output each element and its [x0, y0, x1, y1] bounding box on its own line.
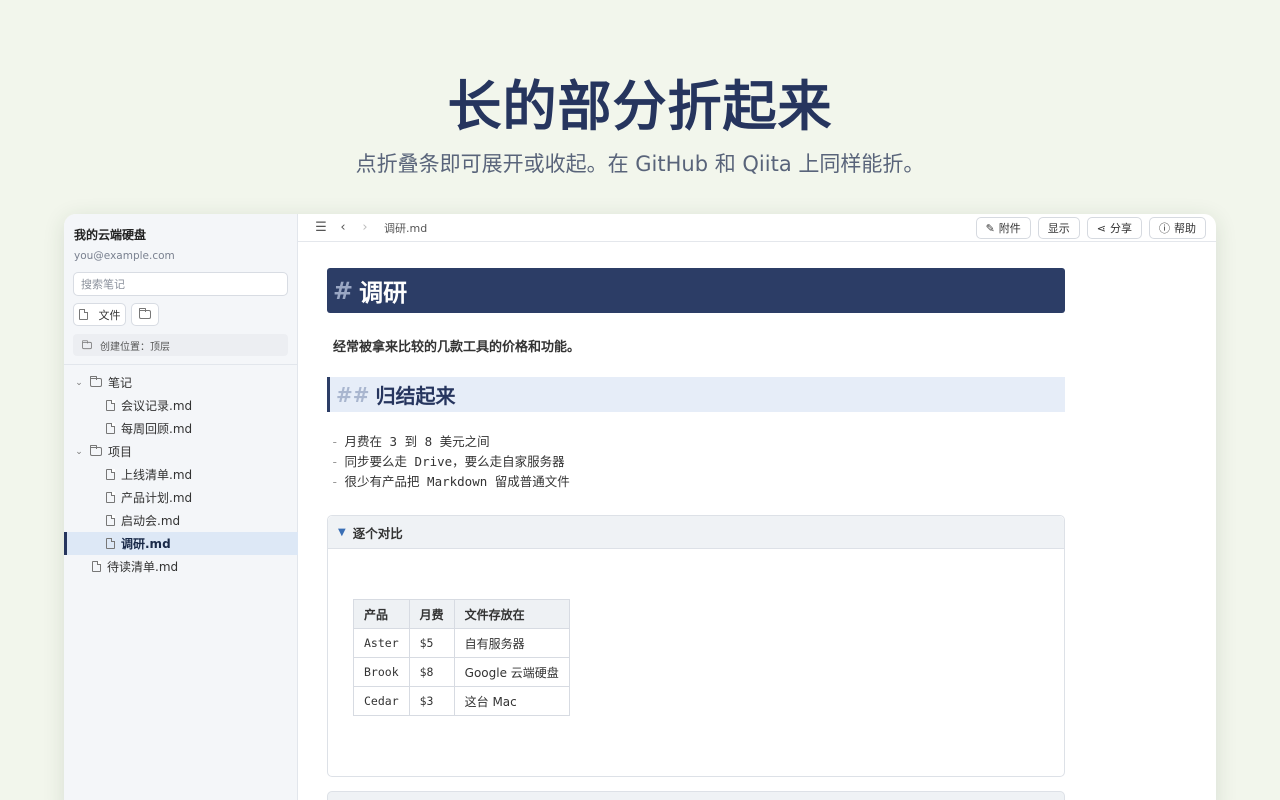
tree-file[interactable]: 待读清单.md — [64, 555, 298, 578]
file-icon — [106, 423, 115, 434]
file-icon — [106, 538, 115, 549]
breadcrumb: 调研.md — [384, 221, 428, 235]
display-label: 显示 — [1047, 222, 1070, 235]
create-location-label: 创建位置：顶层 — [100, 341, 170, 353]
folder-icon — [139, 308, 151, 319]
tree-file[interactable]: 启动会.md — [64, 509, 298, 532]
file-icon — [92, 561, 101, 572]
menu-icon[interactable]: ☰ — [310, 220, 332, 235]
tree-item-label: 项目 — [108, 445, 133, 459]
table-cell: 这台 Mac — [453, 686, 570, 716]
tree-file[interactable]: 上线清单.md — [64, 463, 298, 486]
sidebar: 我的云端硬盘 you@example.com 文件 创建位置：顶层 ⌄ 笔记会议记… — [64, 214, 298, 800]
triangle-down-icon: ▼ — [338, 526, 346, 538]
table-header: 产品 — [353, 599, 410, 629]
document-content: # 调研 经常被拿来比较的几款工具的价格和功能。 ## 归结起来 - 月费在 3 … — [327, 268, 1065, 777]
paperclip-icon: ✎ — [985, 221, 995, 235]
list-item: - 很少有产品把 Markdown 留成普通文件 — [331, 474, 570, 489]
tree-item-label: 产品计划.md — [121, 491, 193, 505]
table-header: 文件存放在 — [453, 599, 570, 629]
details-block: ▼ 逐个对比 产品 月费 文件存放在 Aster $5 自有服务器 Brook … — [327, 515, 1065, 777]
details-summary-label: 逐个对比 — [352, 525, 403, 541]
new-file-label: 文件 — [98, 308, 121, 322]
tree-item-label: 笔记 — [108, 376, 133, 390]
attach-label: 附件 — [998, 222, 1021, 235]
file-icon — [106, 492, 115, 503]
share-button[interactable]: ⋖ 分享 — [1086, 217, 1142, 239]
heading-hash: ## — [336, 382, 370, 407]
list-item: - 同步要么走 Drive，要么走自家服务器 — [331, 454, 565, 469]
bullet-list: - 月费在 3 到 8 美元之间 - 同步要么走 Drive，要么走自家服务器 -很… — [331, 432, 1065, 492]
file-icon — [106, 400, 115, 411]
sidebar-divider — [64, 364, 298, 365]
tree-file[interactable]: 产品计划.md — [64, 486, 298, 509]
hero-title: 长的部分折起来 — [447, 75, 833, 138]
tree-item-label: 会议记录.md — [121, 399, 193, 413]
tree-folder[interactable]: ⌄ 笔记 — [64, 371, 298, 394]
tree-file[interactable]: 每周回顾.md — [64, 417, 298, 440]
forward-icon[interactable]: › — [354, 220, 376, 235]
table-row: Aster $5 自有服务器 — [353, 628, 570, 658]
tree-file[interactable]: 调研.md — [64, 532, 298, 555]
tree-item-label: 调研.md — [121, 537, 171, 551]
folder-icon — [90, 445, 102, 456]
attach-button[interactable]: ✎ 附件 — [975, 217, 1031, 239]
create-location: 创建位置：顶层 — [73, 334, 288, 356]
account-name: 我的云端硬盘 — [74, 228, 147, 242]
tree-file[interactable]: 会议记录.md — [64, 394, 298, 417]
heading-2-text: 归结起来 — [375, 384, 456, 408]
table-cell: Cedar — [353, 686, 410, 716]
top-toolbar: ☰ ‹ › 调研.md ✎ 附件 显示 ⋖ 分享 ⓘ 帮助 — [298, 214, 1216, 242]
file-icon — [78, 309, 88, 320]
table-cell: Brook — [353, 657, 410, 687]
file-icon — [106, 469, 115, 480]
intro-paragraph: 经常被拿来比较的几款工具的价格和功能。 — [333, 340, 581, 355]
list-item: - 月费在 3 到 8 美元之间 — [331, 434, 490, 449]
app-window: 我的云端硬盘 you@example.com 文件 创建位置：顶层 ⌄ 笔记会议记… — [64, 214, 1216, 800]
back-icon[interactable]: ‹ — [332, 220, 354, 235]
table-cell: Aster — [353, 628, 410, 658]
new-file-button[interactable]: 文件 — [73, 303, 126, 326]
table-cell: 自有服务器 — [453, 628, 570, 658]
chevron-down-icon[interactable]: ⌄ — [74, 447, 84, 457]
tree-item-label: 每周回顾.md — [121, 422, 193, 436]
comparison-table: 产品 月费 文件存放在 Aster $5 自有服务器 Brook $8 Goog… — [353, 599, 570, 716]
heading-1: # 调研 — [327, 268, 1065, 313]
help-icon: ⓘ — [1159, 222, 1170, 235]
display-button[interactable]: 显示 — [1037, 217, 1080, 239]
folder-icon — [90, 376, 102, 387]
help-button[interactable]: ⓘ 帮助 — [1149, 217, 1206, 239]
tree-item-label: 启动会.md — [121, 514, 181, 528]
hero-subtitle: 点折叠条即可展开或收起。在 GitHub 和 Qiita 上同样能折。 — [355, 152, 925, 176]
share-label: 分享 — [1110, 222, 1132, 235]
file-icon — [106, 515, 115, 526]
table-cell: Google 云端硬盘 — [453, 657, 570, 687]
heading-1-text: 调研 — [359, 279, 408, 307]
details-summary-toggle[interactable]: ▼ 逐个对比 — [328, 516, 1064, 549]
account-email: you@example.com — [74, 250, 175, 262]
table-row: Cedar $3 这台 Mac — [353, 686, 570, 716]
tree-folder[interactable]: ⌄ 项目 — [64, 440, 298, 463]
table-row: Brook $8 Google 云端硬盘 — [353, 657, 570, 687]
heading-2: ## 归结起来 — [327, 377, 1065, 412]
search-input[interactable] — [73, 272, 288, 296]
table-cell: $5 — [408, 628, 455, 658]
chevron-down-icon[interactable]: ⌄ — [74, 378, 84, 388]
next-details-block[interactable] — [327, 791, 1065, 800]
help-label: 帮助 — [1174, 222, 1196, 235]
share-icon: ⋖ — [1096, 221, 1106, 235]
new-folder-button[interactable] — [131, 303, 159, 326]
file-tree: ⌄ 笔记会议记录.md 每周回顾.md ⌄ 项目上线清单.md 产品计划.md 启动会.md… — [64, 371, 298, 578]
tree-item-label: 待读清单.md — [107, 560, 179, 574]
tree-item-label: 上线清单.md — [121, 468, 193, 482]
table-cell: $3 — [408, 686, 455, 716]
folder-icon — [82, 339, 92, 349]
heading-hash: # — [333, 276, 354, 305]
table-cell: $8 — [408, 657, 455, 687]
table-header: 月费 — [408, 599, 455, 629]
